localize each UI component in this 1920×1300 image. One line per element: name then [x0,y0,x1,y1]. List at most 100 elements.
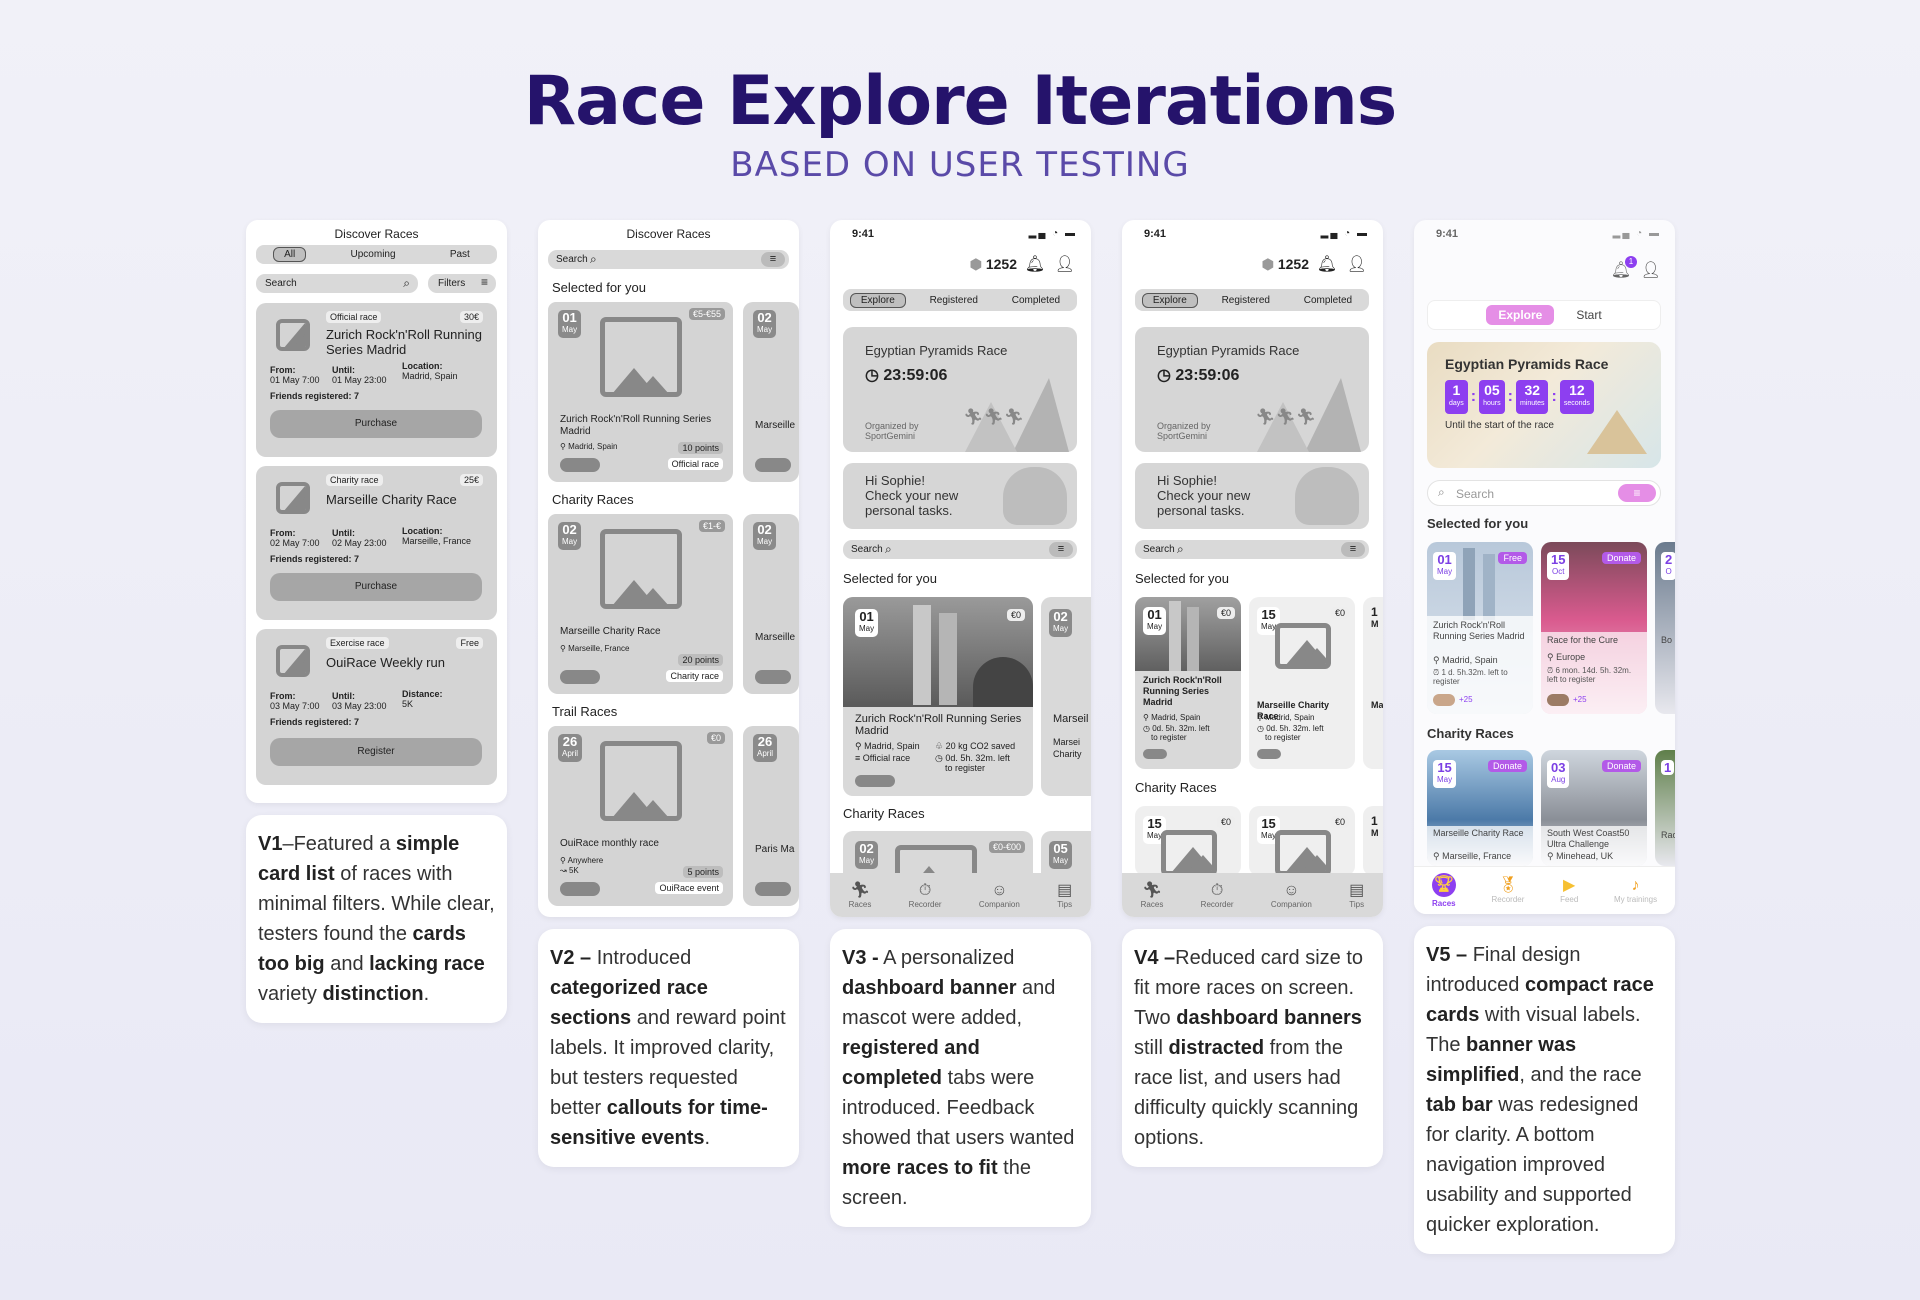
coin-balance[interactable]: ⬢ 1252 [1262,256,1309,273]
section-title: Selected for you [552,280,646,295]
profile-icon[interactable]: 👤︎ [1347,254,1367,274]
until-label: Until: [332,528,355,538]
organizer-label: Organized by [1157,421,1211,431]
price-tag: 25€ [459,474,483,486]
v1-filters-button[interactable]: Filters ≡ [428,274,496,293]
bell-icon[interactable]: 🔔︎ 1 [1611,256,1637,280]
nav-recorder[interactable]: ⏱︎ Recorder [909,882,942,909]
nav-races[interactable]: 🏃︎ Races [849,882,872,909]
v3-search-input[interactable]: Search ⌕ ≡ [843,540,1077,559]
filter-icon[interactable]: ≡ [761,252,785,267]
location-text: Europe [1556,652,1586,662]
race-card-peek[interactable]: 1M Ma [1363,597,1383,769]
image-placeholder-icon [270,476,316,520]
race-card[interactable]: 15 May €0 [1249,806,1355,876]
race-card[interactable]: 03 Aug Donate South West Coast50 Ultra Ch… [1541,750,1647,866]
tips-icon: ▤ [1057,881,1073,899]
profile-icon[interactable]: 👤︎ [1055,254,1075,274]
race-card-peek[interactable]: 02 May Marseille [743,302,799,482]
v5-search-input[interactable]: ⌕ Search ≡ [1427,480,1661,506]
purchase-button[interactable]: Purchase [270,410,482,438]
nav-tips[interactable]: ▤ Tips [1349,882,1364,909]
v1-search-input[interactable]: Search ⌕ [256,274,418,293]
register-button[interactable]: Register [270,738,482,766]
nav-tips[interactable]: ▤ Tips [1057,882,1072,909]
v5-column: 9:41 ▂▄ ◔ ▬ 🔔︎ 1 👤︎ Explore Start Egyptia… [1414,220,1675,1254]
nav-races[interactable]: 🏆︎ Races [1431,873,1456,908]
race-countdown-banner[interactable]: Egyptian Pyramids Race 1 days: 05 hours: 3… [1427,342,1661,468]
v1-tab-past[interactable]: Past [440,248,480,261]
date-badge: 02 May [753,522,777,550]
race-card[interactable]: 01 May €5-€55 Zurich Rock'n'Roll Running Se… [548,302,733,482]
race-card[interactable]: 15 Oct Donate Race for the Cure ⚲ Europe … [1541,542,1647,714]
race-card[interactable]: 01 May €0 Zurich Rock'n'Roll Running Seri… [843,597,1033,796]
race-card-peek[interactable]: 1 Rac [1655,750,1675,866]
filter-icon[interactable]: ≡ [1049,542,1073,557]
coin-count: 1252 [985,256,1017,272]
nav-races[interactable]: 🏃︎ Races [1141,882,1164,909]
bell-icon[interactable]: 🔔︎ [1025,254,1045,274]
location-value: Madrid, Spain [402,371,458,381]
dashboard-banner[interactable]: Egyptian Pyramids Race ◷ 23:59:06 Organi… [1135,327,1369,452]
tab-completed[interactable]: Completed [1002,294,1070,307]
race-card-peek[interactable]: 1M [1363,806,1383,876]
v5-search-placeholder: Search [1456,487,1495,501]
nav-companion[interactable]: ☺ Companion [1271,882,1312,909]
race-name: Bo [1661,635,1673,645]
race-name: Zurich Rock'n'Roll Running Series Madrid [560,414,712,437]
race-card[interactable]: 15 May €0 [1135,806,1241,876]
v2-search-input[interactable]: Search ⌕ ≡ [548,250,789,269]
image-placeholder-icon [270,639,316,683]
mascot-message: Hi Sophie! Check your new personal tasks. [865,473,958,518]
tab-explore[interactable]: Explore [1141,292,1198,308]
bottom-nav: 🏃︎ Races ⏱︎ Recorder ☺ Companion ▤ Tips [830,873,1091,917]
runners-illustration: 🏃︎🏃︎🏃︎ [963,409,1024,426]
profile-icon[interactable]: 👤︎ [1641,260,1661,280]
v4-description: V4 –Reduced card size to fit more races … [1122,929,1383,1167]
friends-count: +25 [1459,695,1473,704]
tab-completed[interactable]: Completed [1294,294,1362,307]
tab-registered[interactable]: Registered [920,294,988,307]
tab-explore[interactable]: Explore [1486,305,1555,325]
purchase-button[interactable]: Purchase [270,573,482,601]
race-card[interactable]: 26 April €0 OuiRace monthly race ⚲ Anywhere ↝… [548,726,733,906]
v1-race-card[interactable]: Official race 30€ Zurich Rock'n'Roll Run… [256,303,497,457]
nav-companion[interactable]: ☺ Companion [979,882,1020,909]
time-left-line: ◷ 0d. 5h. 32m. left [935,753,1010,763]
v1-search-placeholder: Search [265,278,297,289]
mascot-banner[interactable]: Hi Sophie! Check your new personal tasks. [1135,463,1369,529]
filter-icon[interactable]: ≡ [1341,542,1365,557]
nav-recorder[interactable]: ⏱︎ Recorder [1201,882,1234,909]
tab-registered[interactable]: Registered [1212,294,1280,307]
date-month: April [562,749,579,758]
race-card[interactable]: 01 May €0 Zurich Rock'n'Roll Running Seri… [1135,597,1241,769]
race-card[interactable]: 15 May €0 Marseille Charity Race ⚲ Madrid… [1249,597,1355,769]
nav-label: Tips [1057,899,1073,909]
race-card-peek[interactable]: 26 April Paris Ma [743,726,799,906]
race-location: ⚲ Madrid, Spain [1143,713,1200,722]
organizer-label: Organized by [865,421,919,431]
dashboard-banner[interactable]: Egyptian Pyramids Race ◷ 23:59:06 Organi… [843,327,1077,452]
nav-recorder[interactable]: 🏅︎ Recorder [1492,877,1525,904]
nav-my-trainings[interactable]: ♪ My trainings [1614,877,1657,904]
race-card-peek[interactable]: 02 May Marseille [743,514,799,694]
race-card[interactable]: 15 May Donate Marseille Charity Race ⚲ Ma… [1427,750,1533,866]
nav-feed[interactable]: ▶ Feed [1560,877,1578,904]
mascot-banner[interactable]: Hi Sophie! Check your new personal tasks. [843,463,1077,529]
v1-race-card[interactable]: Exercise race Free OuiRace Weekly run Fr… [256,629,497,785]
filter-icon[interactable]: ≡ [1618,484,1656,502]
race-card[interactable]: 02 May €1-€ Marseille Charity Race ⚲ Marseil… [548,514,733,694]
coin-balance[interactable]: ⬢ 1252 [970,256,1017,273]
race-card-peek[interactable]: 02 May Marseil Marsei Charity [1041,597,1091,796]
building-shape [1463,548,1475,620]
v1-tab-all[interactable]: All [273,247,307,262]
tab-explore[interactable]: Explore [849,292,906,308]
date-badge: 02 May [753,310,777,338]
tab-start[interactable]: Start [1576,308,1601,322]
v1-tab-upcoming[interactable]: Upcoming [341,248,406,261]
v4-search-input[interactable]: Search ⌕ ≡ [1135,540,1369,559]
v1-race-card[interactable]: Charity race 25€ Marseille Charity Race … [256,466,497,620]
race-card-peek[interactable]: 2O Bo [1655,542,1675,714]
race-card[interactable]: 01 May Free Zurich Rock'n'Roll Running Se… [1427,542,1533,714]
bell-icon[interactable]: 🔔︎ [1317,254,1337,274]
